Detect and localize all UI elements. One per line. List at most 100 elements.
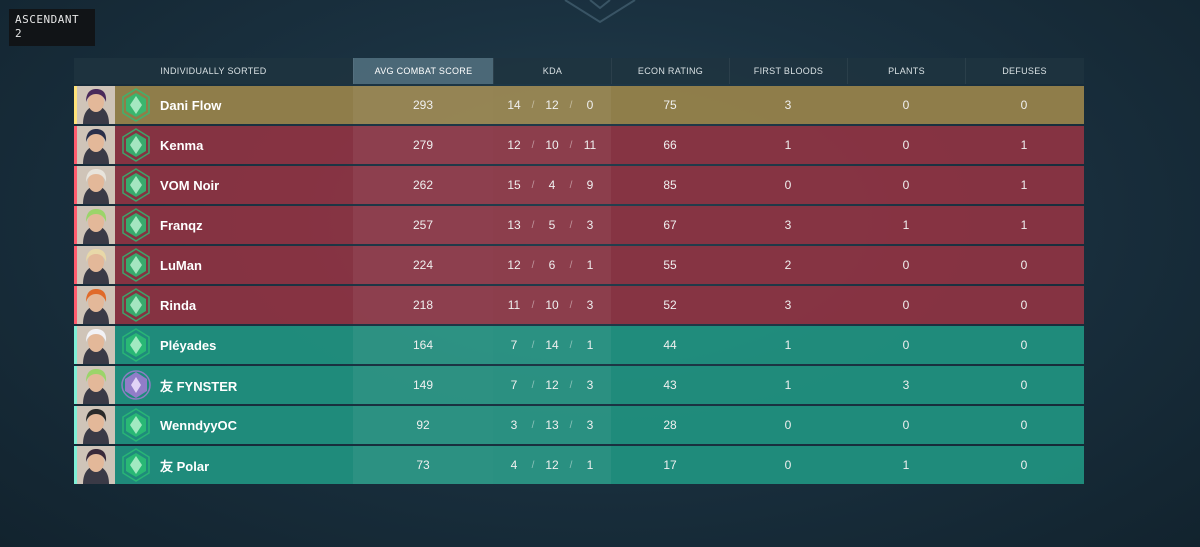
- kills-value: 3: [510, 418, 518, 432]
- player-cell: Rinda: [74, 286, 353, 324]
- kda-separator: /: [569, 99, 573, 111]
- defuses-value: 1: [1020, 218, 1028, 232]
- player-name[interactable]: 友 Polar: [160, 456, 209, 475]
- scoreboard-header: INDIVIDUALLY SORTED AVG COMBAT SCORE KDA…: [74, 58, 1084, 84]
- player-row[interactable]: Dani Flow 293 14 / 12 / 0 75 3 0 0: [74, 86, 1084, 124]
- player-cell: 友 FYNSTER: [74, 366, 353, 404]
- assists-value: 1: [586, 458, 594, 472]
- player-row[interactable]: 友 FYNSTER 149 7 / 12 / 3 43 1 3 0: [74, 366, 1084, 404]
- ascendant-icon: [121, 208, 151, 242]
- first-bloods-value: 3: [784, 298, 792, 312]
- assists-value: 3: [586, 418, 594, 432]
- kda-separator: /: [531, 339, 535, 351]
- econ-value: 75: [663, 98, 677, 112]
- first-bloods-value: 0: [784, 458, 792, 472]
- agent-portrait: [77, 326, 115, 364]
- kda-separator: /: [531, 419, 535, 431]
- econ-value: 85: [663, 178, 677, 192]
- player-name[interactable]: WenndyyOC: [160, 418, 237, 433]
- player-row[interactable]: WenndyyOC 92 3 / 13 / 3 28 0 0 0: [74, 406, 1084, 444]
- ascendant-icon: [121, 168, 151, 202]
- background-chevron-icon: [564, 0, 636, 24]
- kda-separator: /: [531, 379, 535, 391]
- plants-value: 0: [902, 298, 910, 312]
- player-cell: WenndyyOC: [74, 406, 353, 444]
- first-bloods-value: 1: [784, 338, 792, 352]
- kills-value: 15: [507, 178, 521, 192]
- player-row[interactable]: 友 Polar 73 4 / 12 / 1 17 0 1 0: [74, 446, 1084, 484]
- kills-value: 12: [507, 138, 521, 152]
- ascendant-icon: [121, 88, 151, 122]
- deaths-value: 12: [545, 98, 559, 112]
- defuses-value: 0: [1020, 258, 1028, 272]
- first-bloods-value: 3: [784, 218, 792, 232]
- acs-value: 218: [412, 298, 434, 312]
- player-name[interactable]: Franqz: [160, 218, 203, 233]
- kda-separator: /: [531, 139, 535, 151]
- deaths-value: 10: [545, 138, 559, 152]
- kills-value: 14: [507, 98, 521, 112]
- player-name[interactable]: Rinda: [160, 298, 196, 313]
- agent-portrait: [77, 286, 115, 324]
- assists-value: 9: [586, 178, 594, 192]
- agent-portrait: [77, 126, 115, 164]
- kda-cell: 4 / 12 / 1: [493, 446, 611, 484]
- econ-value: 17: [663, 458, 677, 472]
- column-header-acs[interactable]: AVG COMBAT SCORE: [353, 58, 493, 84]
- econ-value: 43: [663, 378, 677, 392]
- player-cell: LuMan: [74, 246, 353, 284]
- ascendant-icon: [121, 128, 151, 162]
- deaths-value: 14: [545, 338, 559, 352]
- kda-separator: /: [569, 379, 573, 391]
- plants-value: 1: [902, 458, 910, 472]
- player-name[interactable]: Dani Flow: [160, 98, 221, 113]
- kda-cell: 14 / 12 / 0: [493, 86, 611, 124]
- first-bloods-value: 1: [784, 138, 792, 152]
- player-row[interactable]: Kenma 279 12 / 10 / 11 66 1 0 1: [74, 126, 1084, 164]
- kda-separator: /: [569, 299, 573, 311]
- player-row[interactable]: Rinda 218 11 / 10 / 3 52 3 0 0: [74, 286, 1084, 324]
- player-name[interactable]: VOM Noir: [160, 178, 219, 193]
- player-row[interactable]: VOM Noir 262 15 / 4 / 9 85 0 0 1: [74, 166, 1084, 204]
- player-name[interactable]: Kenma: [160, 138, 203, 153]
- defuses-value: 0: [1020, 298, 1028, 312]
- agent-portrait: [77, 86, 115, 124]
- kda-cell: 12 / 6 / 1: [493, 246, 611, 284]
- deaths-value: 4: [548, 178, 556, 192]
- kda-separator: /: [569, 459, 573, 471]
- agent-portrait: [77, 166, 115, 204]
- player-row[interactable]: Franqz 257 13 / 5 / 3 67 3 1 1: [74, 206, 1084, 244]
- player-row[interactable]: LuMan 224 12 / 6 / 1 55 2 0 0: [74, 246, 1084, 284]
- first-bloods-value: 3: [784, 98, 792, 112]
- acs-value: 73: [416, 458, 430, 472]
- agent-portrait: [77, 366, 115, 404]
- kills-value: 11: [507, 298, 521, 312]
- acs-value: 224: [412, 258, 434, 272]
- player-name[interactable]: Pléyades: [160, 338, 216, 353]
- acs-value: 149: [412, 378, 434, 392]
- agent-portrait: [77, 246, 115, 284]
- econ-value: 28: [663, 418, 677, 432]
- acs-value: 279: [412, 138, 434, 152]
- column-header-defuses[interactable]: DEFUSES: [965, 58, 1083, 84]
- ascendant-icon: [121, 448, 151, 482]
- plants-value: 0: [902, 178, 910, 192]
- deaths-value: 5: [548, 218, 556, 232]
- ascendant-icon: [121, 288, 151, 322]
- deaths-value: 12: [545, 458, 559, 472]
- first-bloods-value: 0: [784, 178, 792, 192]
- assists-value: 3: [586, 298, 594, 312]
- column-header-kda[interactable]: KDA: [493, 58, 611, 84]
- column-header-plants[interactable]: PLANTS: [847, 58, 965, 84]
- column-header-econ[interactable]: ECON RATING: [611, 58, 729, 84]
- player-name[interactable]: LuMan: [160, 258, 202, 273]
- assists-value: 1: [586, 338, 594, 352]
- kda-cell: 13 / 5 / 3: [493, 206, 611, 244]
- player-name[interactable]: 友 FYNSTER: [160, 376, 237, 395]
- column-header-first-bloods[interactable]: FIRST BLOODS: [729, 58, 847, 84]
- player-row[interactable]: Pléyades 164 7 / 14 / 1 44 1 0 0: [74, 326, 1084, 364]
- rank-label: ASCENDANT 2: [9, 9, 95, 46]
- plants-value: 0: [902, 258, 910, 272]
- column-header-player[interactable]: INDIVIDUALLY SORTED: [74, 58, 353, 84]
- defuses-value: 0: [1020, 418, 1028, 432]
